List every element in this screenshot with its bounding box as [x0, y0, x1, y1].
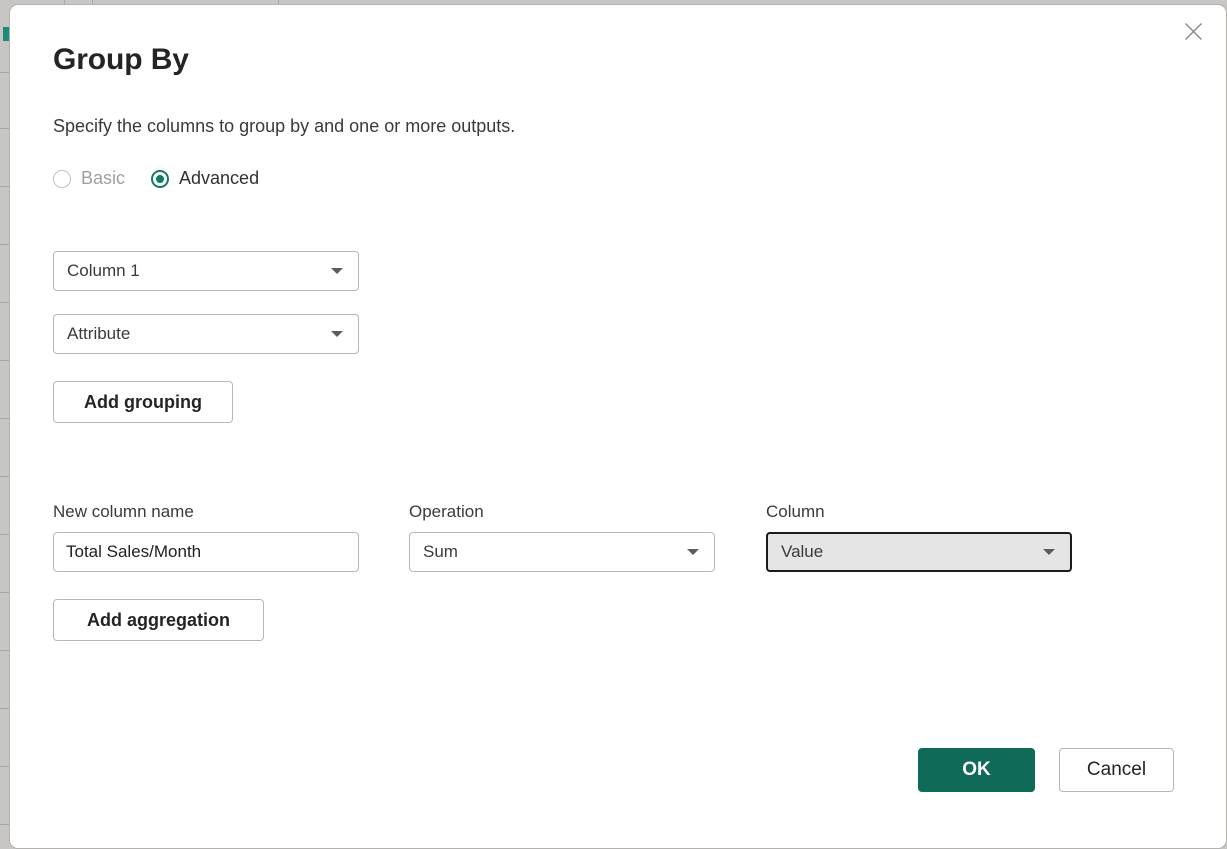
close-button[interactable] — [1171, 14, 1215, 48]
cancel-button[interactable]: Cancel — [1059, 748, 1174, 792]
radio-circle-icon — [53, 170, 71, 188]
label-operation: Operation — [409, 502, 484, 522]
group-column-dropdown-2[interactable]: Attribute — [53, 314, 359, 354]
new-column-name-input[interactable]: Total Sales/Month — [53, 532, 359, 572]
radio-label-basic: Basic — [81, 168, 125, 189]
ruler-tick — [0, 650, 9, 651]
ruler-tick — [0, 244, 9, 245]
group-column-dropdown-1-value: Column 1 — [67, 261, 331, 281]
ruler-tick — [0, 72, 9, 73]
group-column-dropdown-1[interactable]: Column 1 — [53, 251, 359, 291]
ruler-tick — [0, 824, 9, 825]
chevron-down-icon — [331, 331, 343, 337]
ruler-tick — [0, 360, 9, 361]
radio-option-advanced[interactable]: Advanced — [151, 168, 259, 189]
radio-circle-selected-icon — [151, 170, 169, 188]
ruler-tick — [0, 708, 9, 709]
close-icon — [1184, 22, 1203, 41]
aggregation-column-dropdown-value: Value — [781, 542, 1043, 562]
label-column: Column — [766, 502, 825, 522]
label-new-column-name: New column name — [53, 502, 194, 522]
mode-radio-group: Basic Advanced — [53, 168, 259, 189]
radio-label-advanced: Advanced — [179, 168, 259, 189]
ruler-tick — [0, 302, 9, 303]
ruler-tick — [0, 476, 9, 477]
radio-option-basic[interactable]: Basic — [53, 168, 125, 189]
ok-button[interactable]: OK — [918, 748, 1035, 792]
ruler-tick — [0, 534, 9, 535]
add-aggregation-button[interactable]: Add aggregation — [53, 599, 264, 641]
group-column-dropdown-2-value: Attribute — [67, 324, 331, 344]
ruler-tick — [0, 186, 9, 187]
ruler-tick — [0, 766, 9, 767]
group-by-dialog: Group By Specify the columns to group by… — [9, 4, 1227, 849]
chevron-down-icon — [1043, 549, 1055, 555]
operation-dropdown[interactable]: Sum — [409, 532, 715, 572]
dialog-title: Group By — [53, 43, 189, 77]
ruler-tick — [0, 418, 9, 419]
operation-dropdown-value: Sum — [423, 542, 687, 562]
chevron-down-icon — [687, 549, 699, 555]
aggregation-column-dropdown[interactable]: Value — [766, 532, 1072, 572]
ruler-tick — [0, 592, 9, 593]
chevron-down-icon — [331, 268, 343, 274]
dialog-subtitle: Specify the columns to group by and one … — [53, 116, 515, 137]
ruler-tick — [0, 128, 9, 129]
add-grouping-button[interactable]: Add grouping — [53, 381, 233, 423]
